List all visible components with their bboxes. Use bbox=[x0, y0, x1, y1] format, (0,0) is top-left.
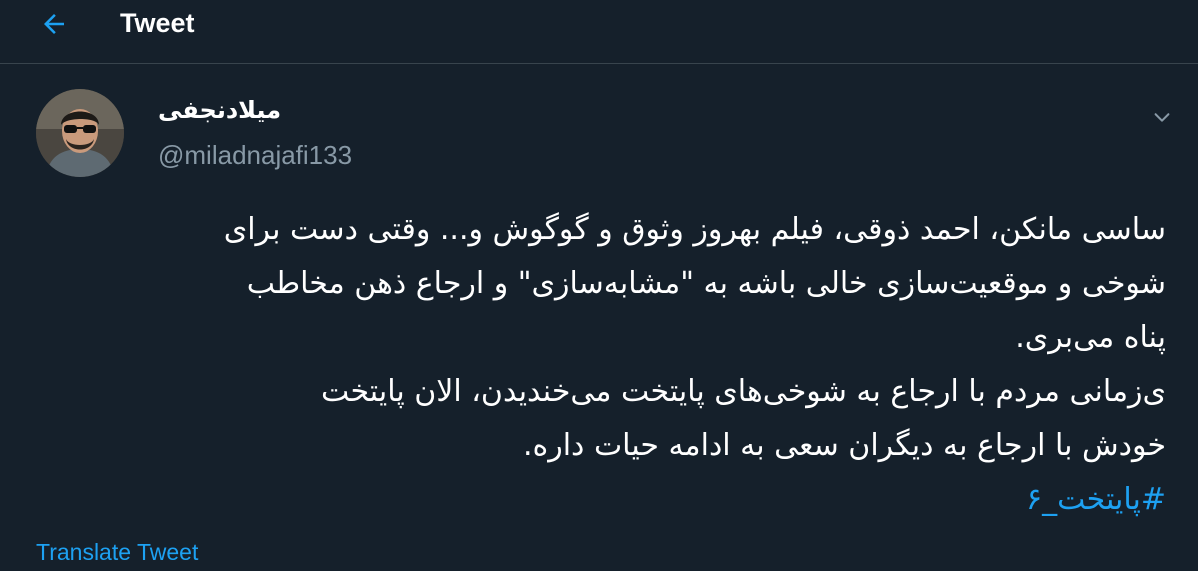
avatar-photo bbox=[36, 89, 124, 177]
tweet-line: ساسی مانکن، احمد ذوقی، فیلم بهروز وثوق و… bbox=[223, 212, 1166, 247]
author-handle[interactable]: @miladnajafi133 bbox=[158, 138, 352, 172]
author-display-name[interactable]: میلادنجفی bbox=[158, 93, 281, 127]
arrow-left-icon bbox=[44, 14, 64, 34]
chevron-down-icon bbox=[1154, 113, 1170, 122]
translate-tweet-link[interactable]: Translate Tweet bbox=[36, 537, 198, 567]
page-title: Tweet bbox=[120, 8, 195, 38]
tweet-line: شوخی و موقعیت‌سازی خالی باشه به "مشابه‌س… bbox=[246, 266, 1166, 301]
tweet-line: خودش با ارجاع به دیگران سعی به ادامه حیا… bbox=[522, 428, 1166, 463]
avatar[interactable] bbox=[36, 89, 124, 177]
tweet-line: ی‌زمانی مردم با ارجاع به شوخی‌های پایتخت… bbox=[320, 374, 1166, 409]
more-options-button[interactable] bbox=[1146, 103, 1178, 131]
tweet-line: پناه می‌بری. bbox=[1015, 320, 1166, 355]
back-button[interactable] bbox=[30, 4, 78, 44]
tweet-page: Tweet میلادنجفی @miladnajafi133 ساسی مان… bbox=[0, 0, 1198, 571]
hashtag-link[interactable]: #پایتخت_۶ bbox=[30, 473, 1166, 527]
tweet-text: ساسی مانکن، احمد ذوقی، فیلم بهروز وثوق و… bbox=[30, 203, 1166, 527]
header-bar: Tweet bbox=[0, 0, 1198, 64]
